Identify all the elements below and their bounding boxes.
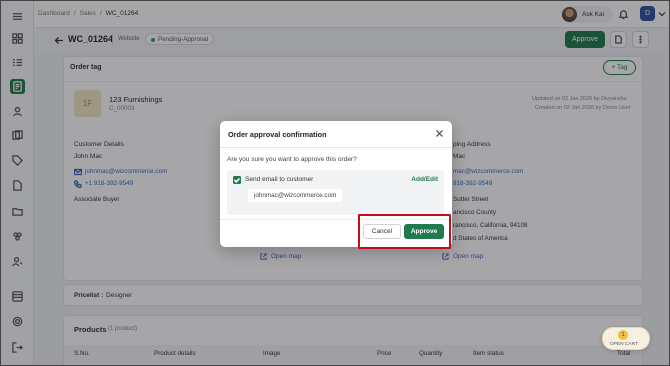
divider (220, 219, 452, 220)
email-option-box: Send email to customer Add/Edit johnmac@… (227, 170, 444, 215)
send-email-checkbox[interactable] (233, 176, 241, 184)
dialog-question: Are you sure you want to approve this or… (227, 156, 357, 163)
open-cart-button[interactable]: 1 OPEN CART (602, 327, 650, 350)
confirm-approve-button[interactable]: Approve (404, 224, 444, 239)
cart-count-badge: 1 (618, 330, 628, 340)
email-chip: johnmac@wizcommerce.com (248, 189, 343, 202)
add-edit-link[interactable]: Add/Edit (411, 176, 438, 183)
divider (220, 147, 452, 148)
app-window: Dashboard / Sales / WC_01264 Ask Kai D W… (0, 0, 670, 366)
close-icon[interactable] (435, 129, 444, 138)
approval-dialog: Order approval confirmation Are you sure… (220, 121, 452, 247)
cancel-button[interactable]: Cancel (363, 224, 401, 239)
dialog-title: Order approval confirmation (228, 130, 327, 139)
open-cart-label: OPEN CART (610, 342, 638, 347)
send-email-label: Send email to customer (245, 176, 314, 183)
